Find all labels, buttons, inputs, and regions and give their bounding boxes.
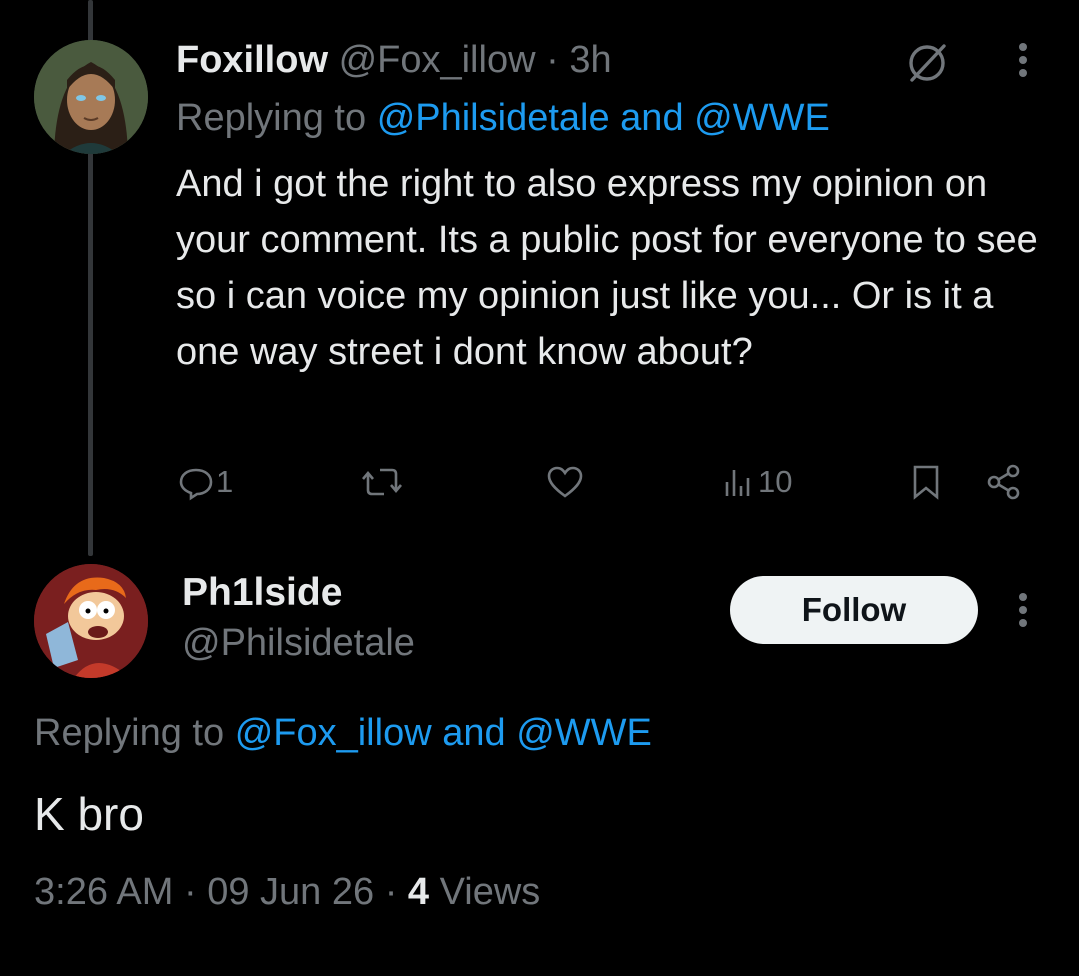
display-name[interactable]: Foxillow (176, 39, 328, 81)
mention-philsidetale[interactable]: @Philsidetale (377, 97, 610, 139)
bookmark-button[interactable] (908, 456, 944, 508)
mention-fox-illow[interactable]: @Fox_illow (235, 712, 432, 754)
retweet-icon (362, 468, 402, 496)
tweet-time[interactable]: 3:26 AM (34, 871, 173, 913)
views-label: Views (439, 871, 541, 913)
avatar-image (34, 564, 148, 678)
user-handle[interactable]: @Fox_illow (339, 39, 536, 81)
tweet-text: K bro (34, 788, 144, 840)
reply-count: 1 (216, 464, 234, 499)
more-icon[interactable] (1011, 588, 1035, 638)
reply-button[interactable]: 1 (176, 456, 233, 508)
avatar-foxillow[interactable] (34, 40, 148, 154)
action-bar: 1 10 (176, 456, 1036, 508)
tweet-date[interactable]: 09 Jun 26 (207, 871, 374, 913)
tweet-metadata: 3:26 AM · 09 Jun 26 · 4 Views (34, 866, 540, 918)
user-handle[interactable]: @Philsidetale (182, 618, 415, 668)
grok-icon[interactable] (902, 38, 952, 88)
replying-prefix: Replying to (176, 97, 367, 139)
replying-to-line: Replying to @Philsidetale and @WWE (176, 94, 830, 142)
separator-dot: · (384, 871, 398, 913)
retweet-button[interactable] (360, 456, 404, 508)
like-button[interactable] (544, 456, 586, 508)
bookmark-icon (913, 465, 939, 500)
replying-and: and (442, 712, 506, 754)
more-icon[interactable] (1011, 38, 1035, 88)
display-name[interactable]: Ph1lside (182, 568, 342, 618)
view-count: 10 (758, 464, 793, 499)
mention-wwe[interactable]: @WWE (694, 97, 830, 139)
views-icon (725, 470, 750, 496)
tweet-header: Foxillow @Fox_illow · 3h (176, 36, 612, 84)
avatar-ph1lside[interactable] (34, 564, 148, 678)
views-count: 4 (407, 871, 430, 913)
replying-to-line: Replying to @Fox_illow and @WWE (34, 708, 652, 758)
share-button[interactable] (984, 456, 1024, 508)
share-icon (987, 464, 1020, 500)
like-icon (547, 466, 583, 498)
tweet-text: And i got the right to also express my o… (176, 163, 1038, 373)
follow-button[interactable]: Follow (730, 576, 978, 644)
timestamp[interactable]: 3h (569, 39, 611, 81)
separator-dot: · (546, 39, 559, 81)
replying-prefix: Replying to (34, 712, 225, 754)
avatar-image (34, 40, 148, 154)
separator-dot: · (183, 871, 197, 913)
replying-and: and (620, 97, 684, 139)
views-button[interactable]: 10 (722, 456, 792, 508)
mention-wwe[interactable]: @WWE (516, 712, 652, 754)
reply-icon (179, 468, 213, 501)
